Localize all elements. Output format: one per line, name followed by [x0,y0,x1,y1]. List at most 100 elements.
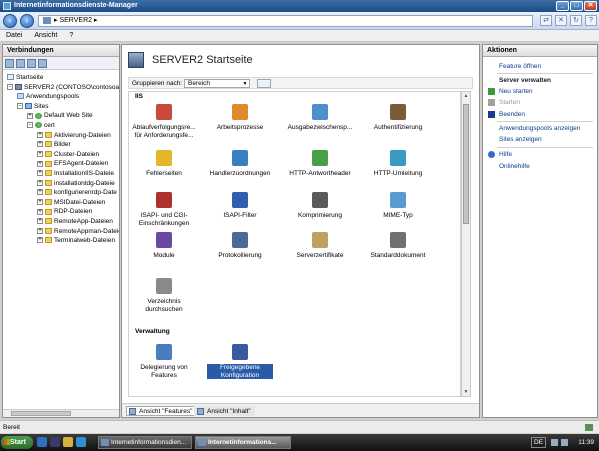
feature-tile[interactable]: Handlerzuordnungen [207,150,273,178]
tree-node[interactable]: + RemoteAppman-Dateie [37,227,119,236]
connect-server-icon[interactable] [38,59,47,68]
feature-tile[interactable]: Standarddokument [365,232,431,260]
action-anwendungspools-anzeigen[interactable]: Anwendungspools anzeigen [499,125,580,132]
management-tile[interactable]: Freigegebene Konfiguration [207,344,273,379]
feature-tile[interactable]: Arbeitsprozesse [207,104,273,132]
expand-icon[interactable]: + [37,151,43,158]
tree-node[interactable]: Startseite [7,73,43,82]
scroll-down-icon[interactable]: ▼ [462,388,470,396]
maximize-button[interactable]: □ [570,1,583,11]
action-neu-starten[interactable]: Neu starten [488,88,533,95]
breadcrumb-server[interactable]: SERVER2 [59,17,92,24]
collapse-icon[interactable]: - [17,103,23,110]
feature-tile[interactable]: Verzeichnis durchsuchen [131,278,197,313]
close-tab-icon[interactable]: ✕ [555,15,567,26]
tab-content-view[interactable]: Ansicht "Inhalt" [194,406,255,416]
expand-icon[interactable]: + [37,227,43,234]
network-icon[interactable] [551,439,558,446]
expand-icon[interactable]: + [37,141,43,148]
up-icon[interactable] [27,59,36,68]
server-manager-icon[interactable] [37,437,47,447]
expand-icon[interactable]: + [27,112,33,119]
language-indicator[interactable]: DE [531,437,547,448]
feature-tile[interactable]: Protokollierung [207,232,273,260]
collapse-icon[interactable]: - [27,122,33,129]
feature-tile[interactable]: MIME-Typ [365,192,431,220]
feature-tile[interactable]: Komprimierung [287,192,353,220]
feature-tile[interactable]: HTTP-Antwortheader [287,150,353,178]
tree-node[interactable]: + EFSAgent-Dateien [37,159,108,168]
tree-node[interactable]: + MSIDatei-Dateien [37,198,105,207]
feature-tile[interactable]: Ausgabezwischensp... [287,104,353,132]
tree-node[interactable]: + RDP-Dateien [37,207,92,216]
menu-help[interactable]: ? [69,30,73,41]
collapse-icon[interactable]: - [7,83,13,90]
volume-icon[interactable] [561,439,568,446]
connections-hscrollbar[interactable] [3,409,119,417]
explorer-icon[interactable] [63,437,73,447]
tree-node[interactable]: + Aktivierung-Dateien [37,131,111,140]
feature-tile[interactable]: ISAPI-Filter [207,192,273,220]
forward-button[interactable]: › [20,14,34,28]
feature-tile[interactable]: Authentifizierung [365,104,431,132]
scroll-thumb[interactable] [463,104,469,224]
scroll-thumb[interactable] [11,411,71,416]
tree-node[interactable]: + Terminalweb-Dateien [37,236,115,245]
action-sites-anzeigen[interactable]: Sites anzeigen [499,136,542,143]
menu-file[interactable]: Datei [6,30,22,41]
feature-tile[interactable]: Module [131,232,197,260]
tree-node[interactable]: + installationtdg-Dateie [37,179,115,188]
taskbar-button-iis-1[interactable]: Internetinformationsdien... [98,436,192,449]
expand-icon[interactable]: + [37,160,43,167]
connect-icon[interactable] [5,59,14,68]
expand-icon[interactable]: + [37,218,43,225]
ie-icon[interactable] [76,437,86,447]
powershell-icon[interactable] [50,437,60,447]
expand-icon[interactable]: + [37,208,43,215]
tree-node[interactable]: Anwendungspools [17,92,79,101]
tree-node[interactable]: + konfigurierenrdp-Date [37,188,117,197]
taskbar-button-iis-2[interactable]: Internetinformations... [195,436,291,449]
scroll-up-icon[interactable]: ▲ [462,92,470,100]
action-hilfe[interactable]: Hilfe [488,151,512,158]
tree-node[interactable]: - Sites [17,102,48,111]
feature-tile[interactable]: ISAPI- und CGI-Einschränkungen [131,192,197,227]
action-beenden[interactable]: Beenden [488,111,525,118]
expand-icon[interactable]: + [37,131,43,138]
save-icon[interactable] [16,59,25,68]
breadcrumb[interactable]: ▸ SERVER2 ▸ [38,15,533,27]
start-button[interactable]: Start [1,436,33,449]
features-vscrollbar[interactable]: ▲ ▼ [461,91,471,397]
window-title-bar[interactable]: Internetinformationsdienste-Manager _ □ … [0,0,599,12]
connect-icon[interactable]: ⇄ [540,15,552,26]
expand-icon[interactable]: + [37,179,43,186]
close-button[interactable]: ✕ [584,1,597,11]
management-tile[interactable]: Delegierung von Features [131,344,197,379]
server-icon [15,83,22,90]
feature-tile[interactable]: Ablaufverfolgungsre... für Anforderungsf… [131,104,197,139]
expand-icon[interactable]: + [37,170,43,177]
tree-node[interactable]: - cert [27,121,55,130]
help-icon[interactable]: ? [585,15,597,26]
expand-icon[interactable]: + [37,189,43,196]
expand-icon[interactable]: + [37,199,43,206]
action-feature-öffnen[interactable]: Feature öffnen [499,63,541,70]
action-onlinehilfe[interactable]: Onlinehilfe [499,163,530,170]
minimize-button[interactable]: _ [556,1,569,11]
tree-node[interactable]: + Bilder [37,140,71,149]
view-mode-button[interactable] [257,79,271,88]
tree-node[interactable]: - SERVER2 (CONTOSO\contosoad [7,83,119,92]
tree-node[interactable]: + InstallationIIS-Dateie [37,169,114,178]
feature-tile[interactable]: Serverzertifikate [287,232,353,260]
tree-node[interactable]: + Cluster-Dateien [37,150,99,159]
feature-tile[interactable]: HTTP-Umleitung [365,150,431,178]
group-by-select[interactable]: Bereich ▼ [184,79,250,88]
refresh-icon[interactable]: ↻ [570,15,582,26]
expand-icon[interactable]: + [37,237,43,244]
tree-node[interactable]: + RemoteApp-Dateien [37,217,113,226]
tree-node[interactable]: + Default Web Site [27,111,93,120]
back-button[interactable]: ‹ [3,14,17,28]
tab-features-view[interactable]: Ansicht "Features" [126,406,197,416]
feature-tile[interactable]: Fehlerseiten [131,150,197,178]
menu-view[interactable]: Ansicht [34,30,57,41]
